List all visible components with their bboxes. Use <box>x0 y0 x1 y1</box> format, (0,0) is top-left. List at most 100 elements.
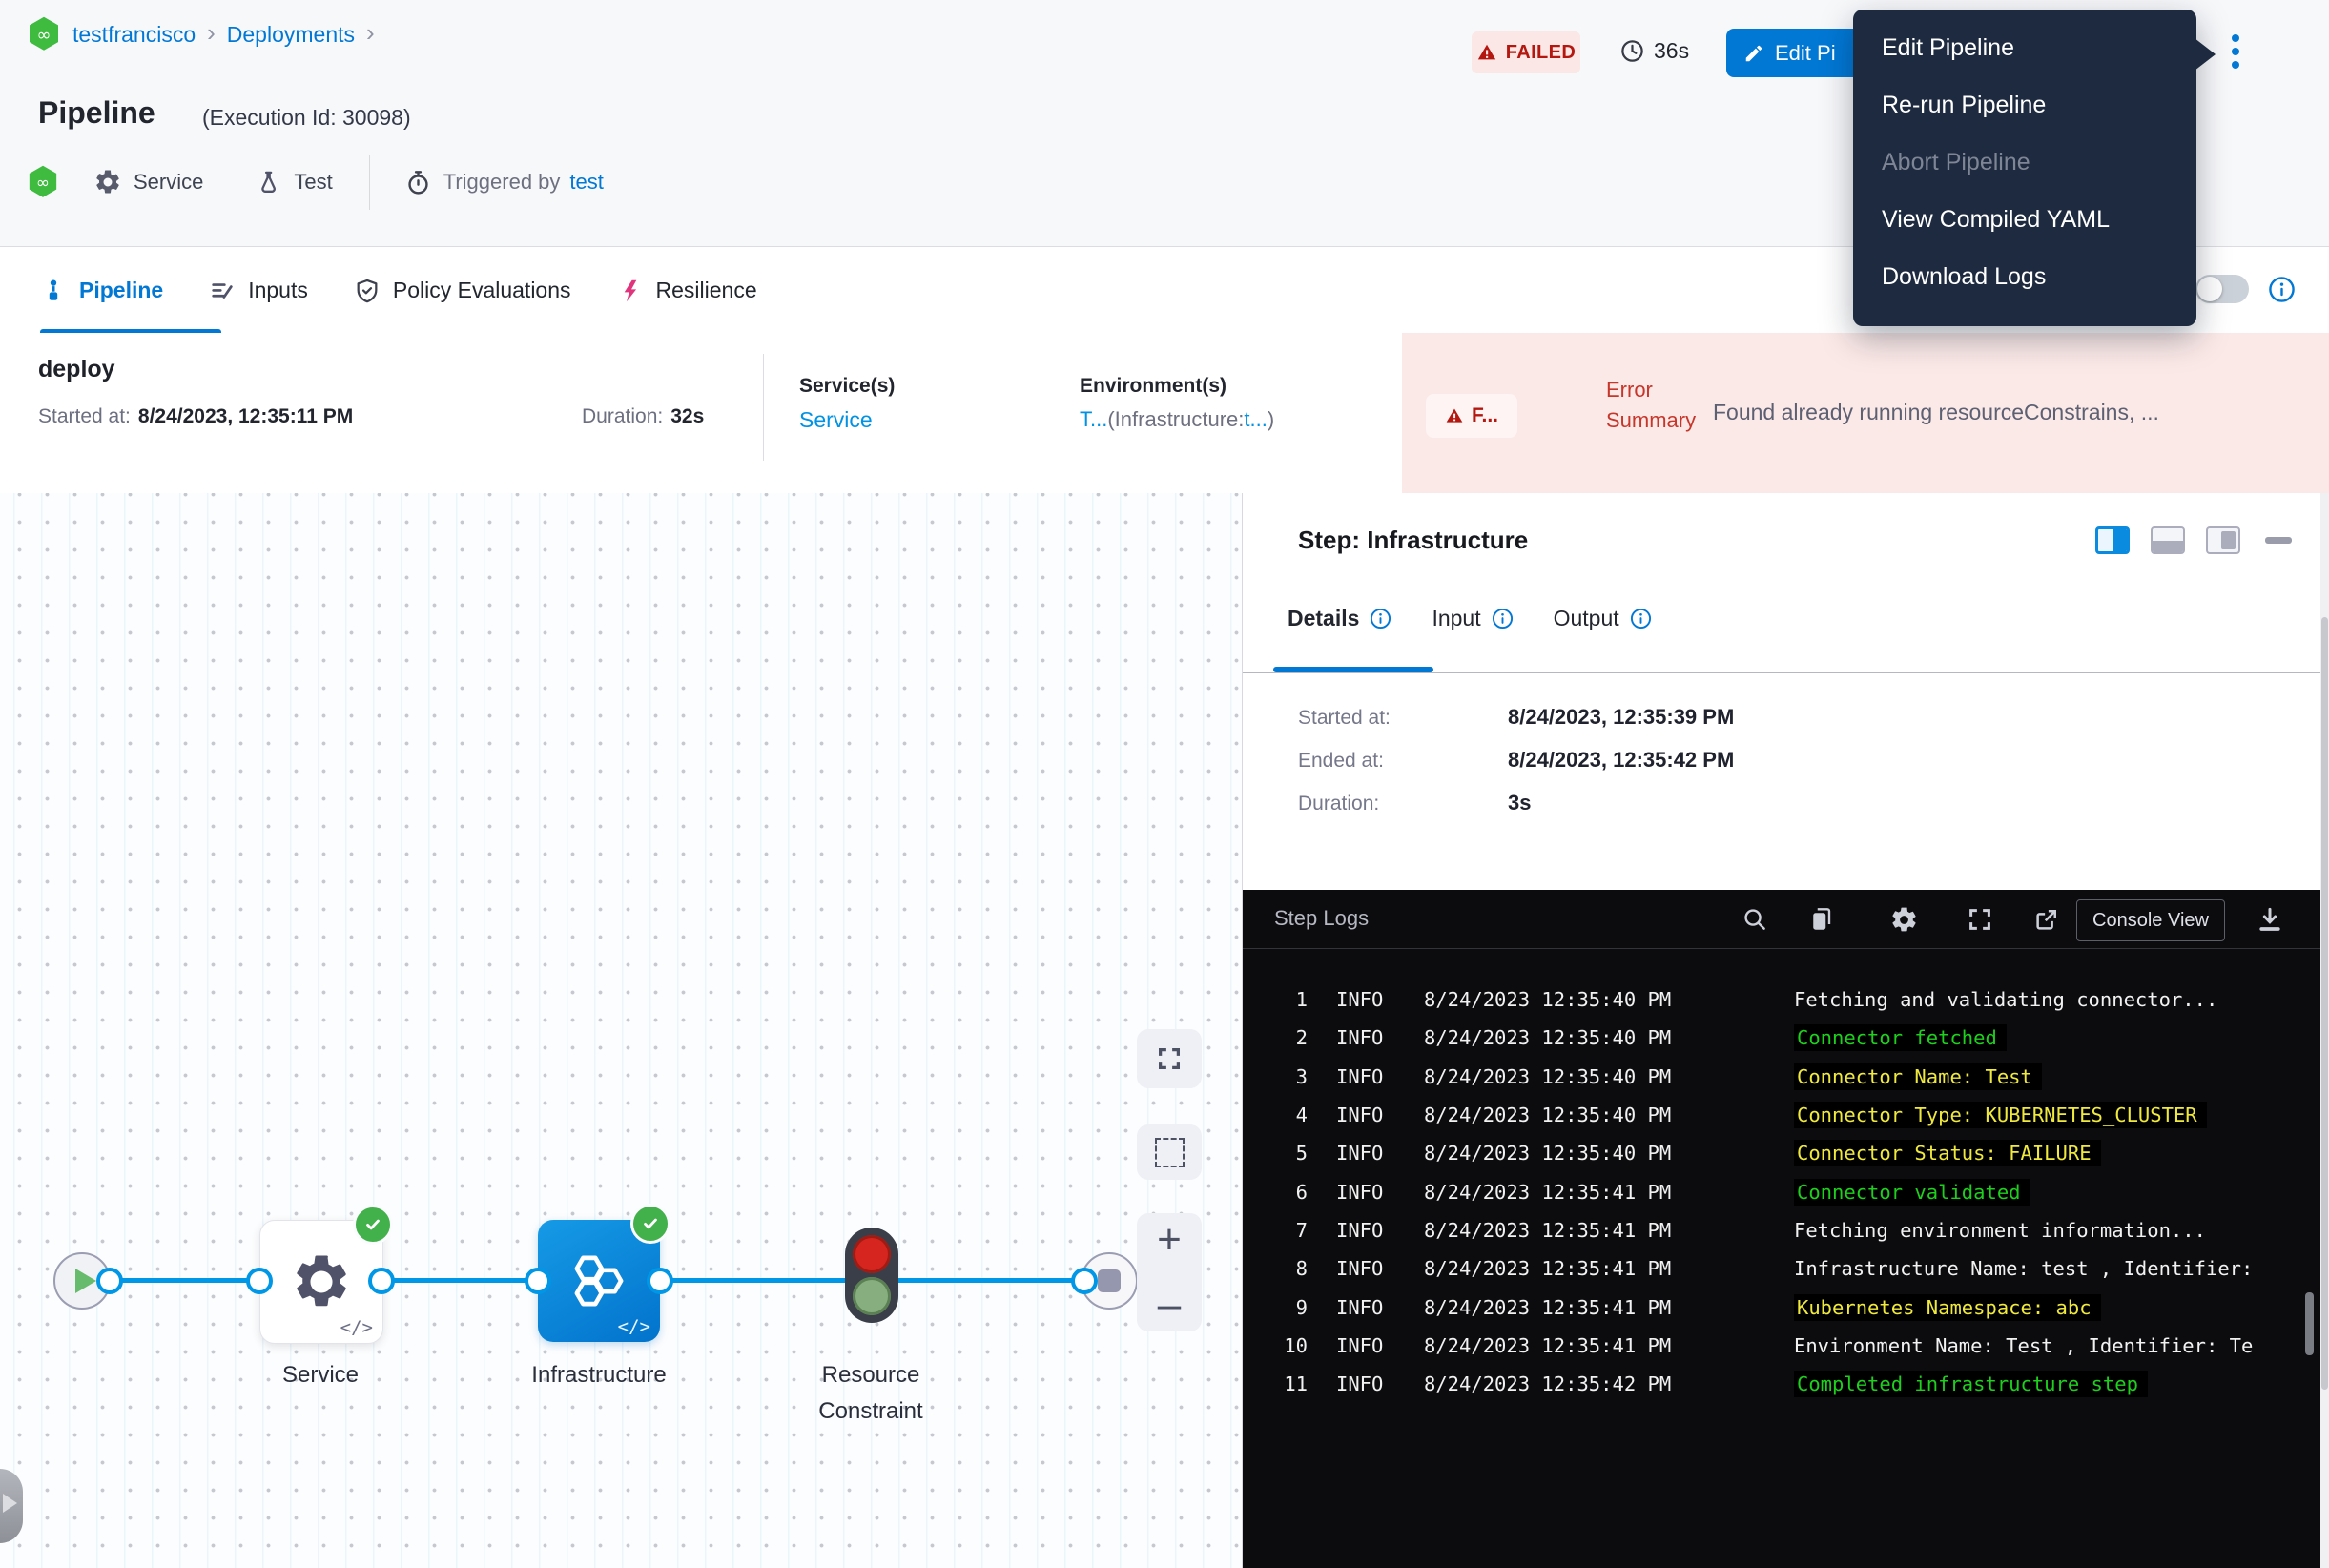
layout-floating-view-button[interactable] <box>2206 526 2240 554</box>
page-scrollbar[interactable] <box>2320 493 2329 1568</box>
traffic-light-red-icon <box>853 1235 891 1273</box>
layout-right-view-button[interactable] <box>2095 526 2130 554</box>
tab-resilience[interactable]: Resilience <box>617 278 757 304</box>
zoom-in-button[interactable]: + <box>1157 1219 1182 1261</box>
node-resource-constraint[interactable] <box>845 1228 898 1323</box>
log-message: Connector validated <box>1794 1179 2030 1206</box>
settings-gear-icon[interactable] <box>1889 905 1919 935</box>
tab-pipeline[interactable]: Pipeline <box>40 278 163 304</box>
canvas-select-button[interactable] <box>1137 1124 1202 1180</box>
environments-label: Environment(s) <box>1080 375 1226 398</box>
node-resource-constraint-label: Resource Constraint <box>767 1357 975 1430</box>
more-options-button[interactable] <box>2232 34 2239 69</box>
tab-policy-evaluations[interactable]: Policy Evaluations <box>354 278 571 304</box>
layout-bottom-view-button[interactable] <box>2151 526 2185 554</box>
breadcrumb: ∞ testfrancisco › Deployments › <box>27 15 375 53</box>
log-message: Connector Type: KUBERNETES_CLUSTER <box>1794 1102 2207 1128</box>
log-scrollbar-thumb[interactable] <box>2305 1292 2314 1355</box>
log-message: Fetching environment information... <box>1794 1219 2206 1242</box>
view-toggle[interactable] <box>2195 275 2249 303</box>
tab-inputs[interactable]: Inputs <box>209 278 308 304</box>
expand-panel-handle[interactable] <box>0 1469 23 1543</box>
breadcrumb-project-link[interactable]: testfrancisco <box>72 22 196 48</box>
menu-item-rerun-pipeline[interactable]: Re-run Pipeline <box>1853 76 2196 134</box>
log-output[interactable]: 1 INFO 8/24/2023 12:35:40 PM Fetching an… <box>1243 948 2329 1568</box>
service-name[interactable]: Service <box>134 170 203 195</box>
stage-name: deploy <box>38 356 115 383</box>
log-message: Connector fetched <box>1794 1024 2007 1051</box>
pipeline-canvas[interactable]: </> Service </> Infrastructure Resource … <box>0 493 1242 1568</box>
clock-icon <box>1619 38 1645 64</box>
breadcrumb-deployments-link[interactable]: Deployments <box>227 22 355 48</box>
search-icon[interactable] <box>1741 905 1768 933</box>
minimize-panel-button[interactable] <box>2265 537 2292 544</box>
menu-item-download-logs[interactable]: Download Logs <box>1853 248 2196 305</box>
log-timestamp: 8/24/2023 12:35:41 PM <box>1424 1181 1741 1204</box>
log-timestamp: 8/24/2023 12:35:41 PM <box>1424 1334 1741 1357</box>
page-scrollbar-thumb[interactable] <box>2321 617 2328 1390</box>
download-logs-icon[interactable] <box>2256 905 2284 934</box>
open-in-new-icon[interactable] <box>2032 905 2061 934</box>
console-view-button[interactable]: Console View <box>2076 899 2225 941</box>
info-icon[interactable] <box>1630 608 1652 629</box>
connector-port <box>1071 1268 1098 1294</box>
node-infrastructure-label: Infrastructure <box>494 1357 704 1393</box>
tab-input-label: Input <box>1432 606 1480 631</box>
log-line-number: 3 <box>1271 1065 1308 1088</box>
info-icon[interactable] <box>1370 608 1391 629</box>
node-service[interactable]: </> <box>259 1220 383 1344</box>
tab-pipeline-label: Pipeline <box>79 278 163 303</box>
log-line-number: 8 <box>1271 1257 1308 1280</box>
copy-icon[interactable] <box>1807 905 1836 934</box>
triggered-by-user-link[interactable]: test <box>569 170 603 195</box>
error-summary-label: Error Summary <box>1606 375 1724 436</box>
node-infrastructure[interactable]: </> <box>538 1220 660 1342</box>
marquee-icon <box>1155 1138 1185 1167</box>
field-started-at: Started at:8/24/2023, 12:35:39 PM <box>1298 705 1734 730</box>
environment-name[interactable]: Test <box>294 170 332 195</box>
step-detail-tabs: Details Input Output <box>1288 606 1652 631</box>
expand-logs-icon[interactable] <box>1966 905 1994 934</box>
environments-value[interactable]: T...(Infrastructure:t...) <box>1080 407 1274 432</box>
edit-pipeline-button[interactable]: Edit Pi <box>1726 29 1871 77</box>
divider <box>1243 672 2329 673</box>
log-message: Fetching and validating connector... <box>1794 988 2217 1011</box>
log-level: INFO <box>1336 1181 1397 1204</box>
info-icon[interactable] <box>2268 276 2296 303</box>
menu-item-edit-pipeline[interactable]: Edit Pipeline <box>1853 19 2196 76</box>
success-check-icon <box>630 1204 670 1244</box>
log-level: INFO <box>1336 1142 1397 1165</box>
log-level: INFO <box>1336 988 1397 1011</box>
tab-input[interactable]: Input <box>1432 606 1513 631</box>
zoom-out-button[interactable]: – <box>1158 1284 1181 1326</box>
log-message: Connector Name: Test <box>1794 1063 2042 1090</box>
stage-summary-bar: deploy Started at:8/24/2023, 12:35:11 PM… <box>0 333 2329 494</box>
tab-details[interactable]: Details <box>1288 606 1391 631</box>
menu-item-view-compiled-yaml[interactable]: View Compiled YAML <box>1853 191 2196 248</box>
stage-duration: Duration:32s <box>582 405 704 428</box>
log-timestamp: 8/24/2023 12:35:40 PM <box>1424 1026 1741 1049</box>
code-glyph: </> <box>618 1316 650 1337</box>
step-panel-title: Step: Infrastructure <box>1298 526 1528 555</box>
divider <box>369 155 370 210</box>
connector-port <box>647 1268 673 1294</box>
services-value-link[interactable]: Service <box>799 407 873 433</box>
info-icon[interactable] <box>1492 608 1514 629</box>
error-summary-message: Found already running resourceConstrains… <box>1713 400 2323 425</box>
step-logs-header: Step Logs Console View <box>1243 890 2329 949</box>
services-label: Service(s) <box>799 375 895 398</box>
log-line: 3 INFO 8/24/2023 12:35:40 PM Connector N… <box>1243 1058 2329 1096</box>
step-detail-fields: Started at:8/24/2023, 12:35:39 PM Ended … <box>1298 705 1734 834</box>
connector-port <box>368 1268 395 1294</box>
shield-check-icon <box>354 278 381 304</box>
warning-icon <box>1445 406 1464 425</box>
log-line-number: 9 <box>1271 1296 1308 1319</box>
canvas-fullscreen-button[interactable] <box>1137 1029 1202 1088</box>
triggered-by-label: Triggered by <box>443 170 561 195</box>
pipeline-options-menu: Edit Pipeline Re-run Pipeline Abort Pipe… <box>1853 10 2196 326</box>
log-level: INFO <box>1336 1065 1397 1088</box>
log-line: 2 INFO 8/24/2023 12:35:40 PM Connector f… <box>1243 1019 2329 1057</box>
error-status-badge: F... <box>1426 394 1517 438</box>
log-line-number: 6 <box>1271 1181 1308 1204</box>
tab-output[interactable]: Output <box>1554 606 1652 631</box>
